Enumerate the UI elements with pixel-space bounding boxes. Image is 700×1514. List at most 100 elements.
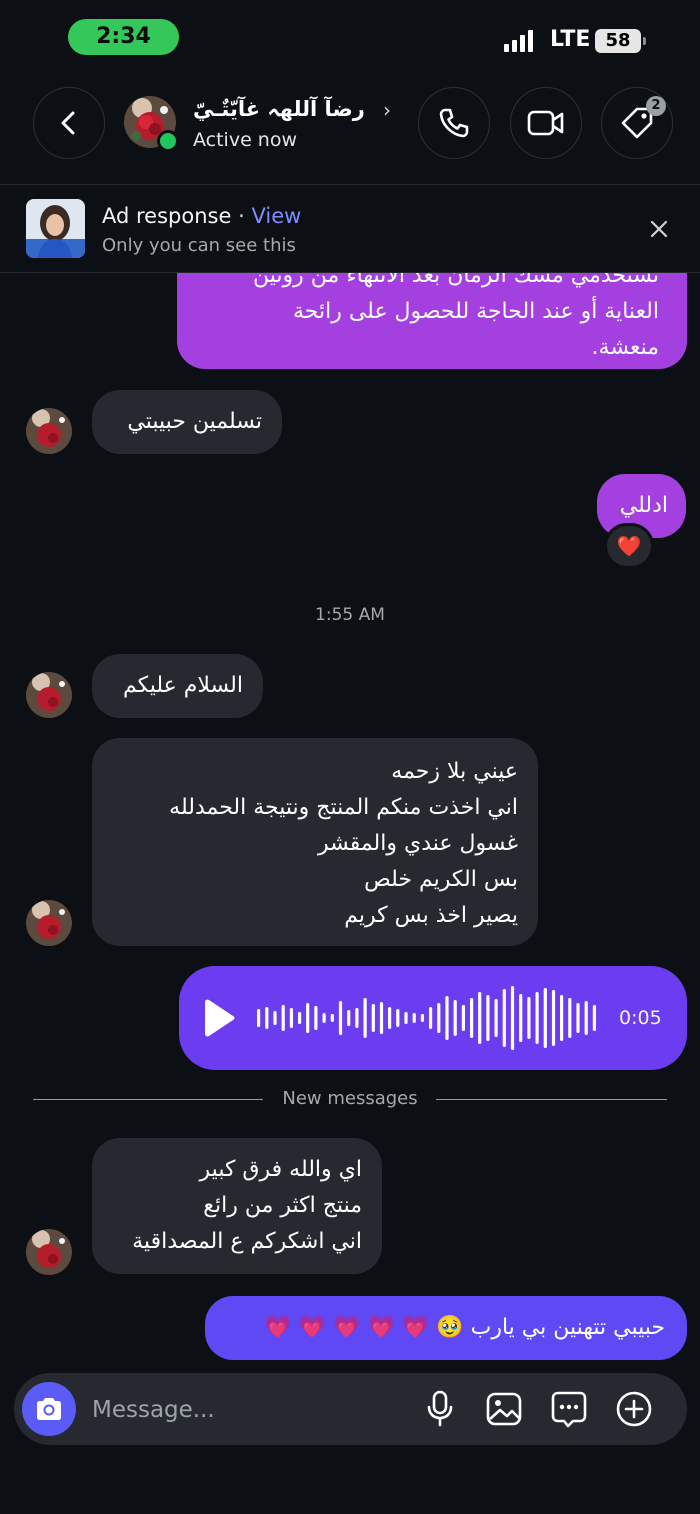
message-line: اني اخذت منكم المنتج ونتيجة الحمدلله	[169, 795, 518, 820]
status-time: 2:34	[68, 19, 179, 55]
waveform-bar	[437, 1003, 441, 1033]
waveform-bar	[289, 1008, 293, 1028]
voice-duration: 0:05	[619, 1007, 662, 1029]
back-icon	[61, 111, 75, 135]
waveform-bar	[363, 998, 367, 1038]
chevron-right-icon[interactable]: ›	[383, 98, 391, 122]
waveform-bar	[486, 995, 490, 1041]
contact-status: Active now	[193, 129, 298, 151]
microphone-icon	[427, 1390, 453, 1427]
microphone-button[interactable]	[420, 1388, 460, 1430]
waveform-bar	[470, 998, 474, 1038]
status-bar: 2:34 LTE 58	[0, 0, 700, 74]
tag-button[interactable]: 2	[601, 87, 673, 159]
phone-icon	[439, 108, 469, 138]
waveform-bar	[330, 1014, 334, 1022]
waveform-bar	[420, 1014, 424, 1022]
contact-name[interactable]: رضآ آللهہ غآيّتٌـيّ	[193, 97, 373, 121]
camera-button[interactable]	[22, 1382, 76, 1436]
message-input[interactable]	[92, 1392, 392, 1428]
heart-icon: ❤️	[616, 534, 642, 558]
ad-view-link[interactable]: View	[251, 204, 301, 228]
message-incoming[interactable]: اي والله فرق كبير منتج اكثر من رائع اني …	[92, 1138, 382, 1274]
waveform-bar	[355, 1008, 359, 1028]
back-button[interactable]	[33, 87, 105, 159]
battery-icon: 58	[595, 29, 646, 53]
plus-circle-icon	[616, 1391, 652, 1427]
message-outgoing[interactable]: حبيبي تتهنين بي يارب 🥹 💗 💗 💗 💗 💗	[205, 1296, 687, 1360]
waveform[interactable]	[256, 984, 600, 1052]
play-icon	[205, 999, 235, 1037]
waveform-bar	[281, 1005, 285, 1031]
waveform-bar	[453, 1000, 457, 1036]
network-label: LTE	[550, 27, 591, 52]
message-incoming[interactable]: السلام عليكم	[92, 654, 263, 718]
waveform-bar	[429, 1007, 433, 1029]
waveform-bar	[551, 990, 556, 1046]
ad-label: Ad response	[102, 204, 232, 228]
timestamp: 1:55 AM	[315, 605, 385, 625]
message-line: يصير اخذ بس كريم	[344, 903, 518, 928]
message-line: غسول عندي والمقشر	[317, 831, 518, 856]
waveform-bar	[396, 1009, 400, 1027]
play-button[interactable]	[200, 998, 236, 1042]
waveform-bar	[576, 1003, 580, 1033]
waveform-bar	[322, 1013, 326, 1023]
camera-icon	[37, 1398, 61, 1420]
ad-response-banner[interactable]: Ad response · View Only you can see this	[0, 185, 700, 273]
call-button[interactable]	[418, 87, 490, 159]
waveform-bar	[314, 1006, 318, 1030]
ad-separator: ·	[238, 204, 245, 228]
more-button[interactable]	[614, 1388, 654, 1430]
waveform-bar	[257, 1009, 261, 1027]
waveform-bar	[412, 1013, 416, 1023]
waveform-bar	[592, 1005, 596, 1031]
new-messages-divider: New messages	[0, 1088, 700, 1112]
waveform-bar	[584, 1001, 588, 1035]
divider-line	[436, 1099, 667, 1100]
close-ad-button[interactable]	[647, 217, 671, 245]
waveform-bar	[371, 1004, 375, 1032]
waveform-bar	[519, 994, 523, 1042]
waveform-bar	[265, 1007, 269, 1029]
waveform-bar	[568, 998, 572, 1038]
waveform-bar	[478, 992, 482, 1044]
avatar[interactable]	[26, 408, 72, 454]
waveform-bar	[273, 1011, 277, 1025]
image-icon	[486, 1392, 522, 1426]
message-line: اني اشكركم ع المصداقية	[132, 1229, 362, 1254]
waveform-bar	[388, 1007, 392, 1029]
waveform-bar	[298, 1012, 302, 1024]
waveform-bar	[494, 999, 498, 1037]
waveform-bar	[502, 989, 506, 1047]
message-line: منعشة.	[591, 335, 659, 360]
sticker-button[interactable]	[549, 1388, 589, 1430]
tag-badge: 2	[646, 96, 666, 116]
gallery-button[interactable]	[484, 1388, 524, 1430]
video-call-button[interactable]	[510, 87, 582, 159]
waveform-bar	[306, 1003, 310, 1033]
close-icon	[650, 220, 668, 238]
avatar[interactable]	[26, 672, 72, 718]
message-line: العناية أو عند الحاجة للحصول على رائحة	[292, 299, 659, 324]
message-line: اي والله فرق كبير	[199, 1157, 362, 1182]
message-incoming[interactable]: عيني بلا زحمه اني اخذت منكم المنتج ونتيج…	[92, 738, 538, 946]
waveform-bar	[445, 996, 449, 1040]
ad-title: Ad response · View	[102, 204, 301, 228]
message-text: حبيبي تتهنين بي يارب 🥹 💗 💗 💗 💗 💗	[264, 1315, 665, 1340]
message-line: عيني بلا زحمه	[391, 759, 518, 784]
avatar[interactable]	[26, 1229, 72, 1275]
waveform-bar	[379, 1002, 384, 1034]
waveform-bar	[404, 1012, 408, 1024]
ad-thumbnail[interactable]	[26, 199, 85, 258]
reaction-badge[interactable]: ❤️	[604, 523, 654, 569]
video-icon	[527, 110, 564, 136]
waveform-bar	[347, 1010, 351, 1026]
waveform-bar	[527, 997, 531, 1039]
waveform-bar	[543, 988, 547, 1048]
ad-subtitle: Only you can see this	[102, 235, 296, 256]
avatar[interactable]	[26, 900, 72, 946]
online-indicator	[157, 130, 179, 152]
waveform-bar	[535, 992, 539, 1044]
message-incoming[interactable]: تسلمين حبيبتي	[92, 390, 282, 454]
